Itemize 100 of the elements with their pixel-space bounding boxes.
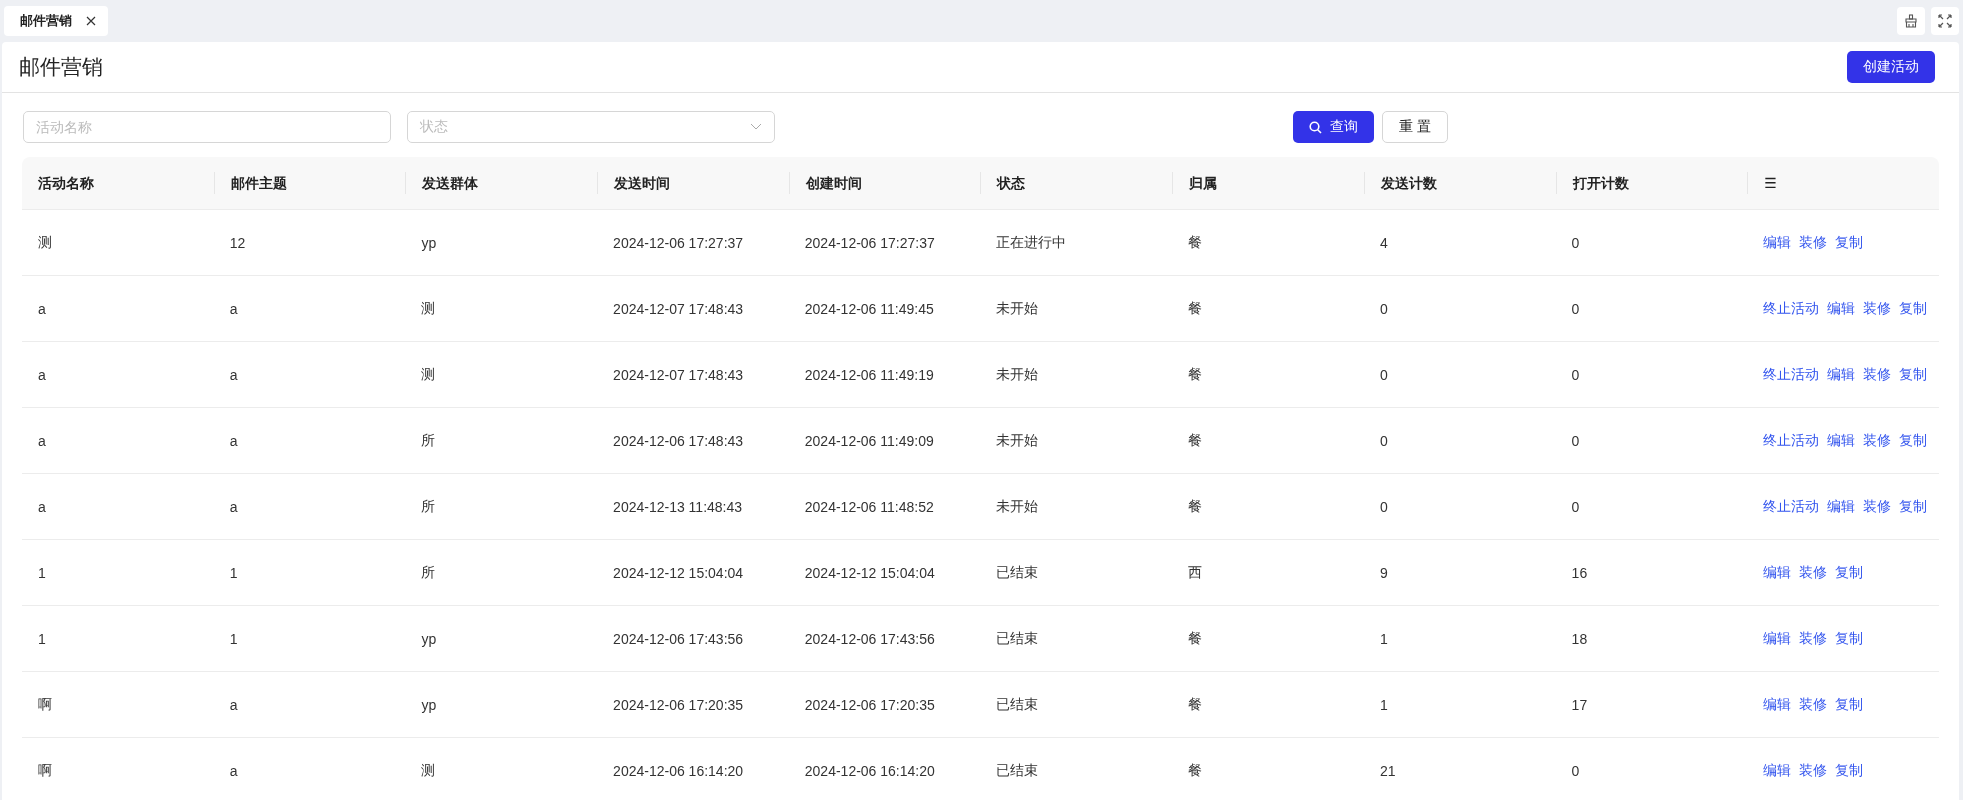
table-cell-text: 1: [1378, 696, 1389, 713]
action-link[interactable]: 编辑: [1763, 695, 1792, 714]
action-link[interactable]: 编辑: [1763, 629, 1792, 648]
table-cell-text: 2024-12-06 17:43:56: [803, 630, 936, 647]
table-cell-text: 餐: [1187, 761, 1204, 780]
table-cell-text: yp: [420, 630, 438, 647]
table-cell-text: 测: [37, 233, 53, 252]
table-cell-text: 2024-12-06 11:49:09: [803, 432, 935, 449]
action-link[interactable]: 编辑: [1827, 299, 1856, 318]
column-header: 发送计数: [1363, 172, 1556, 194]
table-cell-text: 2024-12-06 16:14:20: [803, 762, 936, 779]
action-link[interactable]: 装修: [1799, 695, 1828, 714]
table-cell-text: a: [228, 696, 239, 713]
action-link[interactable]: 复制: [1835, 761, 1864, 780]
table-cell-text: 已结束: [995, 695, 1040, 714]
table-cell-text: 已结束: [995, 563, 1040, 582]
action-link[interactable]: 编辑: [1827, 365, 1856, 384]
table-cell-text: 2024-12-06 11:48:52: [803, 498, 935, 515]
action-link[interactable]: 终止活动: [1763, 365, 1820, 384]
action-link[interactable]: 复制: [1899, 299, 1928, 318]
table-cell-text: 0: [1570, 432, 1581, 449]
action-link[interactable]: 编辑: [1827, 431, 1856, 450]
table-cell-text: 已结束: [995, 629, 1040, 648]
table-cell-text: 2024-12-06 16:14:20: [612, 762, 745, 779]
action-link[interactable]: 复制: [1835, 233, 1864, 252]
column-header: 发送时间: [597, 172, 789, 194]
action-link[interactable]: 编辑: [1763, 761, 1792, 780]
action-link[interactable]: 复制: [1835, 695, 1864, 714]
table-cell-text: 已结束: [995, 761, 1040, 780]
table-cell-text: 2024-12-07 17:48:43: [612, 366, 745, 383]
table-cell-text: 西: [1187, 563, 1204, 582]
table-cell-text: 17: [1570, 696, 1589, 713]
column-header: 打开计数: [1555, 172, 1748, 194]
action-link[interactable]: 装修: [1863, 299, 1892, 318]
table-cell-text: 21: [1378, 762, 1397, 779]
action-link[interactable]: 终止活动: [1763, 299, 1820, 318]
table-cell-text: 12: [228, 234, 247, 251]
action-link[interactable]: 复制: [1899, 497, 1928, 516]
action-link[interactable]: 复制: [1835, 563, 1864, 582]
action-link[interactable]: 装修: [1863, 365, 1892, 384]
table-cell-text: 餐: [1187, 365, 1204, 384]
table-cell-text: 0: [1378, 366, 1389, 383]
action-link[interactable]: 复制: [1835, 629, 1864, 648]
table-cell-text: a: [37, 498, 47, 515]
table-cell-text: 2024-12-12 15:04:04: [803, 564, 936, 581]
action-link[interactable]: 装修: [1799, 563, 1828, 582]
broom-icon[interactable]: [1897, 7, 1925, 35]
table-cell-text: 2024-12-06 17:27:37: [612, 234, 745, 251]
table-cell-text: 未开始: [995, 299, 1040, 318]
column-header: ☰: [1747, 172, 1939, 194]
table-cell-text: 啊: [37, 761, 53, 780]
table-cell-text: 所: [420, 431, 437, 450]
table-cell-text: 测: [420, 299, 437, 318]
action-link[interactable]: 装修: [1863, 497, 1892, 516]
table-cell-text: a: [228, 432, 239, 449]
column-header: 创建时间: [788, 172, 981, 194]
table-cell-text: 餐: [1187, 629, 1204, 648]
table-cell-text: 9: [1378, 564, 1389, 581]
action-link[interactable]: 装修: [1799, 629, 1828, 648]
table-cell-text: 2024-12-06 11:49:45: [803, 300, 935, 317]
chevron-icon: [750, 123, 762, 131]
table-cell-text: yp: [420, 234, 438, 251]
table-cell-text: 2024-12-07 17:48:43: [612, 300, 745, 317]
table-cell-text: 0: [1378, 498, 1389, 515]
search-button[interactable]: 查询: [1293, 111, 1375, 143]
action-link[interactable]: 装修: [1863, 431, 1892, 450]
table-cell-text: 餐: [1187, 497, 1204, 516]
table-cell-text: 测: [420, 365, 437, 384]
action-link[interactable]: 装修: [1799, 233, 1828, 252]
page-title: 邮件营销: [19, 54, 103, 80]
action-link[interactable]: 编辑: [1763, 233, 1792, 252]
action-link[interactable]: 复制: [1899, 431, 1928, 450]
table-cell-text: 2024-12-06 17:20:35: [612, 696, 745, 713]
search-icon: [1309, 120, 1323, 134]
close-icon[interactable]: [86, 16, 96, 26]
table-cell-text: 未开始: [995, 497, 1040, 516]
action-link[interactable]: 装修: [1799, 761, 1828, 780]
action-link[interactable]: 复制: [1899, 365, 1928, 384]
action-link[interactable]: 终止活动: [1763, 431, 1820, 450]
page-tab[interactable]: 邮件营销: [4, 6, 108, 36]
table-cell-text: 16: [1570, 564, 1589, 581]
action-link[interactable]: 终止活动: [1763, 497, 1820, 516]
table-cell-text: 0: [1378, 300, 1389, 317]
create-button[interactable]: 创建活动: [1847, 51, 1935, 83]
table-cell-text: 2024-12-13 11:48:43: [612, 498, 744, 515]
table-cell-text: 2024-12-06 17:27:37: [803, 234, 936, 251]
table-cell-text: a: [228, 762, 239, 779]
action-link[interactable]: 编辑: [1827, 497, 1856, 516]
table-cell-text: 未开始: [995, 365, 1040, 384]
table-cell-text: 1: [228, 630, 239, 647]
table-cell-text: 0: [1378, 432, 1389, 449]
fullscreen-icon[interactable]: [1931, 7, 1959, 35]
table-cell-text: 餐: [1187, 695, 1204, 714]
table-cell-text: 4: [1378, 234, 1389, 251]
column-header: 发送群体: [405, 172, 598, 194]
reset-button[interactable]: 重 置: [1382, 111, 1448, 143]
table-cell-text: 1: [228, 564, 239, 581]
action-link[interactable]: 编辑: [1763, 563, 1792, 582]
name-field[interactable]: 活动名称: [23, 111, 391, 143]
column-header: 状态: [980, 172, 1173, 194]
